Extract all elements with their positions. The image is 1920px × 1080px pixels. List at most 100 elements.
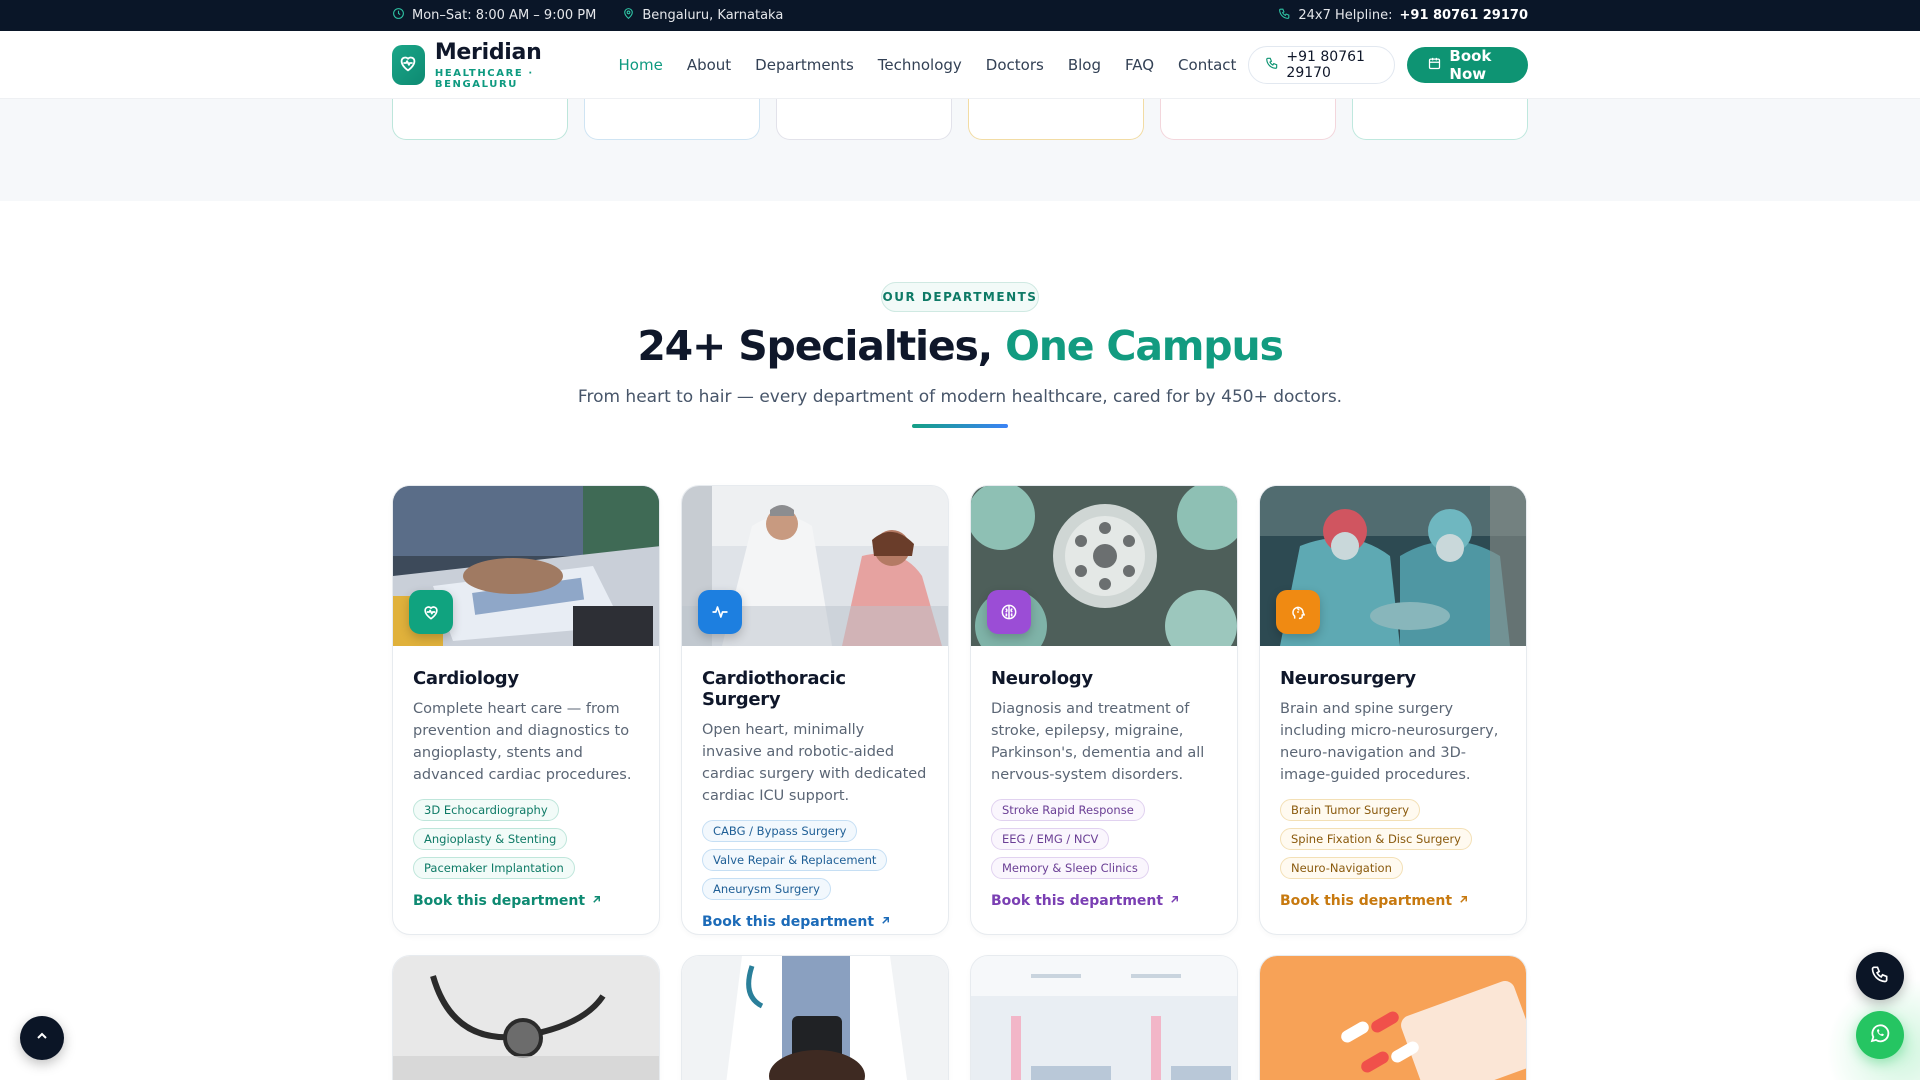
clock-icon [392,7,405,24]
service-tag: Spine Fixation & Disc Surgery [1280,828,1472,850]
nav-departments[interactable]: Departments [755,56,854,74]
department-card-cardiothoracic[interactable]: Cardiothoracic Surgery Open heart, minim… [681,485,949,935]
service-tag: Angioplasty & Stenting [413,828,568,850]
service-tag: Memory & Sleep Clinics [991,857,1149,879]
book-now-button[interactable]: Book Now [1407,47,1528,83]
prev-card [1352,99,1528,140]
brand-tagline: HEALTHCARE · BENGALURU [434,67,534,90]
floating-call-button[interactable] [1856,952,1904,1000]
prev-card [776,99,952,140]
phone-number: +91 80761 29170 [1286,49,1365,81]
section-title: 24+ Specialties, One Campus [0,322,1920,370]
scroll-to-top-button[interactable] [20,1016,64,1060]
nav-blog[interactable]: Blog [1068,56,1101,74]
arrow-up-right-icon [880,914,891,930]
nav-faq[interactable]: FAQ [1125,56,1154,74]
brain-icon [987,590,1031,634]
site-header: Meridian HEALTHCARE · BENGALURU Home Abo… [0,31,1920,99]
book-now-label: Book Now [1449,47,1492,83]
title-highlight: One Campus [1005,322,1284,370]
prev-card [584,99,760,140]
book-department-link[interactable]: Book this department [702,914,928,930]
department-card-neurosurgery[interactable]: Neurosurgery Brain and spine surgery inc… [1259,485,1527,935]
service-tag: 3D Echocardiography [413,799,559,821]
nav-technology[interactable]: Technology [878,56,962,74]
service-tag: CABG / Bypass Surgery [702,820,858,842]
book-link-label: Book this department [702,914,875,930]
section-eyebrow: OUR DEPARTMENTS [881,282,1039,312]
service-tag: Valve Repair & Replacement [702,849,888,871]
doctor-phone-photo [682,956,948,1080]
whatsapp-button[interactable] [1856,1011,1904,1059]
logo-mark[interactable] [392,45,425,85]
tag-list: Brain Tumor Surgery Spine Fixation & Dis… [1280,799,1506,879]
stethoscope-photo [393,956,659,1080]
phone-icon [1265,56,1279,74]
card-description: Diagnosis and treatment of stroke, epile… [991,701,1205,783]
nav-doctors[interactable]: Doctors [986,56,1044,74]
chevron-up-icon [34,1028,50,1048]
card-description: Brain and spine surgery including micro-… [1280,701,1499,783]
card-description: Complete heart care — from prevention an… [413,701,632,783]
prev-card [1160,99,1336,140]
department-card[interactable] [392,955,660,1080]
department-card[interactable] [970,955,1238,1080]
hours-info: Mon–Sat: 8:00 AM – 9:00 PM [392,7,596,24]
hospital-ward-photo [971,956,1237,1080]
book-department-link[interactable]: Book this department [1280,893,1506,909]
arrow-up-right-icon [1169,893,1180,909]
brand-name: Meridian [434,39,542,65]
card-title: Neurology [991,668,1093,689]
neurology-photo [971,486,1237,662]
nav-about[interactable]: About [687,56,731,74]
book-link-label: Book this department [991,893,1164,909]
arrow-up-right-icon [1458,893,1469,909]
helpline-label: 24x7 Helpline: [1298,8,1393,23]
book-department-link[interactable]: Book this department [991,893,1217,909]
book-link-label: Book this department [413,893,586,909]
book-link-label: Book this department [1280,893,1453,909]
department-card-neurology[interactable]: Neurology Diagnosis and treatment of str… [970,485,1238,935]
nav-contact[interactable]: Contact [1178,56,1236,74]
department-card-cardiology[interactable]: Cardiology Complete heart care — from pr… [392,485,660,935]
card-description: Open heart, minimally invasive and robot… [702,722,927,804]
card-title: Neurosurgery [1280,668,1416,689]
service-tag: EEG / EMG / NCV [991,828,1110,850]
phone-icon [1870,964,1890,988]
heart-logo-icon [397,52,419,78]
card-title: Cardiology [413,668,519,689]
department-card[interactable] [681,955,949,1080]
service-tag: Brain Tumor Surgery [1280,799,1421,821]
card-title: Cardiothoracic Surgery [702,668,846,710]
heart-pulse-icon [409,590,453,634]
call-phone-button[interactable]: +91 80761 29170 [1248,46,1396,84]
helpline-info[interactable]: 24x7 Helpline: +91 80761 29170 [1278,7,1528,24]
arrow-up-right-icon [591,893,602,909]
service-tag: Aneurysm Surgery [702,878,831,900]
service-tag: Pacemaker Implantation [413,857,575,879]
tag-list: CABG / Bypass Surgery Valve Repair & Rep… [702,820,928,900]
department-card[interactable] [1259,955,1527,1080]
tag-list: 3D Echocardiography Angioplasty & Stenti… [413,799,639,879]
location-text: Bengaluru, Karnataka [642,8,784,23]
title-main: 24+ Specialties, [637,322,993,370]
book-department-link[interactable]: Book this department [413,893,639,909]
neurosurgery-photo [1260,486,1526,646]
location-info: Bengaluru, Karnataka [622,7,783,24]
main-nav: Home About Departments Technology Doctor… [607,56,1249,74]
tag-list: Stroke Rapid Response EEG / EMG / NCV Me… [991,799,1217,879]
service-tag: Stroke Rapid Response [991,799,1145,821]
cardiology-photo [393,486,659,646]
nav-home[interactable]: Home [619,56,663,74]
brand[interactable]: Meridian HEALTHCARE · BENGALURU [434,39,589,90]
activity-icon [698,590,742,634]
helpline-number[interactable]: +91 80761 29170 [1400,8,1529,23]
service-tag: Neuro-Navigation [1280,857,1403,879]
whatsapp-icon [1868,1021,1892,1049]
top-info-bar: Mon–Sat: 8:00 AM – 9:00 PM Bengaluru, Ka… [0,0,1920,31]
prev-card [968,99,1144,140]
section-subtitle: From heart to hair — every department of… [577,387,1343,407]
title-underline [912,424,1008,428]
pills-photo [1260,956,1526,1080]
prev-card [392,99,568,140]
